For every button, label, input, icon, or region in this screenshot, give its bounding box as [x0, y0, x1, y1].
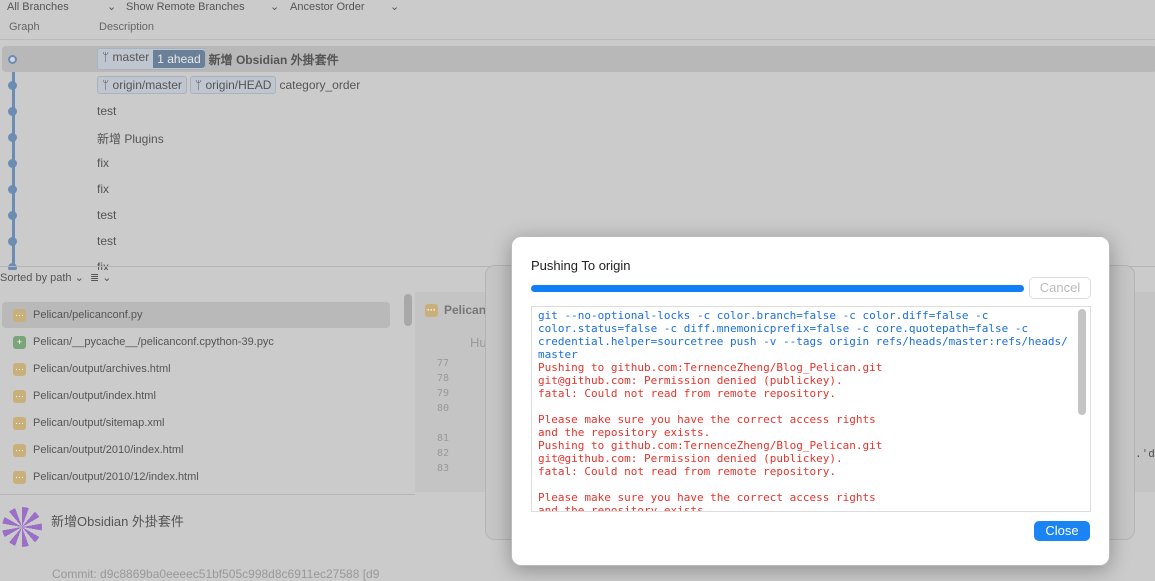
file-item[interactable]: ··· Pelican/output/2010/index.html [2, 437, 390, 463]
line-number: 82 [437, 448, 450, 459]
file-path: Pelican/output/2010/index.html [33, 444, 184, 456]
description-column[interactable]: Description [99, 21, 154, 33]
remote-branch-tag[interactable]: ᛘ origin/master [97, 76, 187, 94]
ahead-badge: 1 ahead [153, 50, 205, 68]
branch-icon: ᛘ [194, 78, 206, 92]
toolbar: All Branches ⌄ Show Remote Branches ⌄ An… [0, 0, 1155, 14]
commit-dot [8, 81, 17, 90]
log-error: Pushing to github.com:TernenceZheng/Blog… [538, 361, 883, 512]
commit-row[interactable]: 新增 Plugins [0, 124, 1155, 150]
branches-filter[interactable]: All Branches [7, 1, 69, 13]
file-path: Pelican/__pycache__/pelicanconf.cpython-… [33, 336, 274, 348]
branch-tag[interactable]: ᛘ master 1 ahead [97, 48, 206, 70]
commit-message: fix [97, 260, 109, 270]
commit-message: test [97, 104, 117, 118]
file-path: Pelican/pelicanconf.py [33, 309, 143, 321]
commit-message: 新增 Plugins [97, 132, 164, 146]
file-item[interactable]: ··· Pelican/output/2010/12/index.html [2, 464, 390, 490]
branches-chevron-icon: ⌄ [107, 1, 117, 13]
file-path: Pelican/output/archives.html [33, 363, 171, 375]
line-number: 78 [437, 373, 450, 384]
sort-menu[interactable]: Sorted by path ⌄ ≣ ⌄ [0, 271, 111, 284]
commit-row[interactable]: ᛘ master 1 ahead 新增 Obsidian 外掛套件 [2, 46, 1155, 72]
cancel-button[interactable]: Cancel [1029, 277, 1091, 299]
sort-label: Sorted by path [0, 272, 72, 284]
order-chevron-icon: ⌄ [390, 1, 400, 13]
commit-message: fix [97, 182, 109, 196]
file-item[interactable]: ··· Pelican/output/archives.html [2, 356, 390, 382]
modified-file-icon: ··· [13, 470, 26, 484]
commit-row[interactable]: test [0, 202, 1155, 228]
commit-message: 新增 Obsidian 外掛套件 [208, 52, 339, 67]
commit-label: Commit: [52, 567, 97, 581]
modified-file-icon: ··· [13, 416, 26, 430]
added-file-icon: + [13, 335, 26, 349]
commit-row[interactable]: ᛘ origin/master ᛘ origin/HEAD category_o… [0, 72, 1155, 98]
output-log[interactable]: git --no-optional-locks -c color.branch=… [531, 306, 1091, 512]
modified-file-icon: ··· [13, 443, 26, 457]
remote-head-tag[interactable]: ᛘ origin/HEAD [189, 76, 277, 94]
commit-hash: d9c8869ba0eeeec51bf505c998d8c6911ec27588… [100, 567, 380, 581]
file-path: Pelican/output/sitemap.xml [33, 417, 165, 429]
file-path: Pelican/output/2010/12/index.html [33, 471, 199, 483]
dialog-title: Pushing To origin [531, 258, 631, 273]
diff-file-name: Pelican [444, 303, 487, 317]
branch-icon: ᛘ [102, 78, 113, 92]
file-path: Pelican/output/index.html [33, 390, 156, 402]
commit-dot [8, 159, 17, 168]
graph-column[interactable]: Graph [9, 21, 40, 33]
commit-dot [8, 185, 17, 194]
commit-message: test [97, 234, 117, 248]
log-scrollbar[interactable] [1078, 309, 1086, 415]
file-item[interactable]: ··· Pelican/pelicanconf.py [2, 302, 390, 328]
column-header: Graph Description [0, 14, 1155, 40]
modified-file-icon: ··· [13, 362, 26, 376]
files-scrollbar[interactable] [404, 294, 412, 326]
log-command: git --no-optional-locks -c color.branch=… [538, 309, 1068, 361]
file-item[interactable]: + Pelican/__pycache__/pelicanconf.cpython… [2, 329, 390, 355]
head-commit-dot [8, 55, 17, 64]
tag-name: origin/HEAD [205, 78, 272, 92]
commit-message: category_order [279, 78, 361, 92]
line-number: 77 [437, 358, 450, 369]
avatar [2, 507, 42, 547]
commit-message: fix [97, 156, 109, 170]
modified-file-icon: ··· [425, 303, 438, 317]
remote-chevron-icon: ⌄ [270, 1, 280, 13]
commit-dot [8, 107, 17, 116]
commit-dot [8, 211, 17, 220]
line-number: 80 [437, 403, 450, 414]
list-view-icon: ⌄ ≣ ⌄ [74, 272, 112, 284]
file-item[interactable]: ··· Pelican/output/sitemap.xml [2, 410, 390, 436]
remote-branches-filter[interactable]: Show Remote Branches [126, 1, 245, 13]
commit-dot [8, 237, 17, 246]
branch-icon: ᛘ [102, 50, 113, 64]
commit-row[interactable]: fix [0, 176, 1155, 202]
commit-dot [8, 133, 17, 142]
line-number: 83 [437, 463, 450, 474]
modified-file-icon: ··· [13, 308, 26, 322]
file-item[interactable]: ··· Pelican/output/index.html [2, 383, 390, 409]
order-filter[interactable]: Ancestor Order [290, 1, 365, 13]
tag-name: origin/master [112, 78, 182, 92]
commit-detail: 新增Obsidian 外掛套件 Commit: d9c8869ba0eeeec5… [0, 494, 415, 581]
commit-detail-message: 新增Obsidian 外掛套件 [51, 514, 184, 529]
commit-message: test [97, 208, 117, 222]
line-number: 79 [437, 388, 450, 399]
close-button[interactable]: Close [1034, 521, 1090, 541]
commit-row[interactable]: fix [0, 150, 1155, 176]
commit-row[interactable]: test [0, 98, 1155, 124]
line-number: 81 [437, 433, 450, 444]
push-dialog: Pushing To origin Cancel git --no-option… [511, 236, 1110, 566]
progress-bar [531, 285, 1024, 292]
diff-snippet: .'di [1135, 447, 1155, 460]
modified-file-icon: ··· [13, 389, 26, 403]
branch-name: master [112, 50, 150, 64]
